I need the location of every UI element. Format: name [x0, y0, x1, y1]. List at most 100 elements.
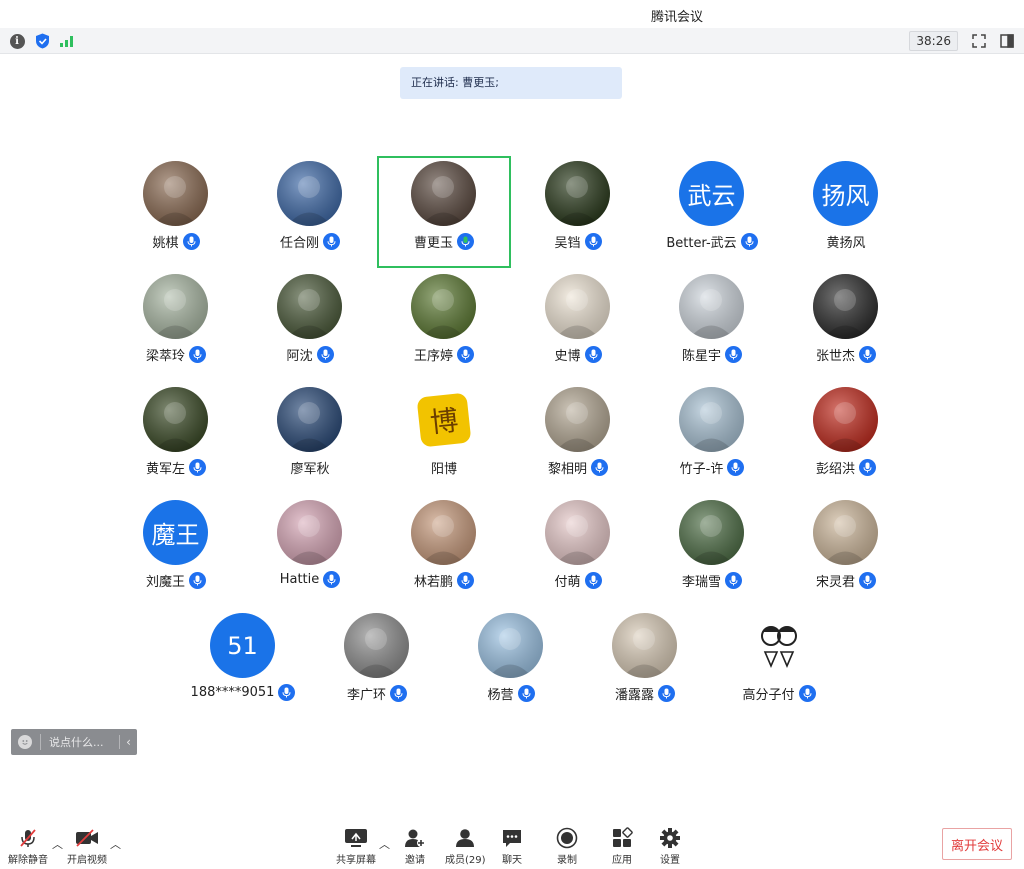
avatar: [679, 387, 744, 452]
avatar: [545, 161, 610, 226]
avatar: [143, 387, 208, 452]
network-signal-icon[interactable]: [58, 32, 76, 50]
participant-name: 梁萃玲: [145, 349, 185, 364]
muted-mic-icon: [17, 826, 39, 850]
mic-icon: [323, 233, 340, 250]
chat-placeholder: 说点什么...: [49, 736, 104, 749]
settings-button[interactable]: 设置: [659, 826, 681, 866]
participant-tile[interactable]: 彭绍洪: [779, 382, 913, 494]
participant-tile[interactable]: 阿沈: [243, 269, 377, 381]
participant-tile[interactable]: 陈星宇: [645, 269, 779, 381]
participant-tile[interactable]: 博阳博: [377, 382, 511, 494]
mic-icon: [517, 685, 535, 702]
meeting-toolbar: 解除静音 ︿ 开启视频 ︿ 共享屏幕 ︿ 邀请 成员(29) 聊天 录制 应用 …: [0, 818, 1024, 869]
members-icon: [454, 826, 476, 850]
audio-options-caret[interactable]: ︿: [52, 836, 63, 852]
share-screen-button[interactable]: 共享屏幕: [336, 826, 376, 866]
participant-tile[interactable]: 张世杰: [779, 269, 913, 381]
participant-name: 付萌: [554, 575, 581, 590]
side-panel-toggle-icon[interactable]: [998, 32, 1016, 50]
participant-tile[interactable]: 杨营: [444, 608, 578, 720]
info-icon[interactable]: i: [8, 32, 26, 50]
avatar: [411, 500, 476, 565]
meeting-timer: 38:26: [909, 31, 958, 51]
avatar: [612, 613, 677, 678]
participant-tile[interactable]: 姚棋: [109, 156, 243, 268]
gear-icon: [659, 826, 681, 850]
participant-tile[interactable]: 王序婷: [377, 269, 511, 381]
participant-tile[interactable]: 黄军左: [109, 382, 243, 494]
participant-name: 黄军左: [145, 462, 185, 477]
avatar: [143, 161, 208, 226]
avatar: [545, 274, 610, 339]
participant-tile[interactable]: 史博: [511, 269, 645, 381]
share-options-caret[interactable]: ︿: [379, 836, 390, 852]
members-button[interactable]: 成员(29): [445, 826, 486, 866]
unmute-button[interactable]: 解除静音: [8, 826, 48, 866]
avatar: 魔王: [143, 500, 208, 565]
invite-user-icon: [404, 826, 426, 850]
participant-name: 张世杰: [815, 349, 855, 364]
chat-button[interactable]: 聊天: [501, 826, 523, 866]
participant-tile[interactable]: 51 188****9051: [176, 608, 310, 720]
avatar: [746, 613, 811, 678]
participant-tile[interactable]: 任合刚: [243, 156, 377, 268]
participant-tile[interactable]: 林若鹏: [377, 495, 511, 607]
participant-name: 黎相明: [547, 462, 587, 477]
participant-name: 高分子付: [742, 688, 795, 703]
participant-name: 潘露露: [614, 688, 654, 703]
mic-icon: [323, 571, 341, 588]
participant-tile[interactable]: 黎相明: [511, 382, 645, 494]
participant-tile[interactable]: 付萌: [511, 495, 645, 607]
mic-icon: [725, 572, 742, 589]
emoji-icon[interactable]: [18, 735, 32, 749]
mic-icon: [189, 459, 206, 476]
participant-tile[interactable]: 高分子付: [712, 608, 846, 720]
apps-button[interactable]: 应用: [611, 826, 633, 866]
participant-name: 李瑞雪: [681, 575, 721, 590]
fullscreen-icon[interactable]: [970, 32, 988, 50]
participant-tile[interactable]: 武云 Better-武云: [645, 156, 779, 268]
participant-tile[interactable]: 潘露露: [578, 608, 712, 720]
participant-tile[interactable]: 曹更玉: [377, 156, 511, 268]
mic-icon: [740, 233, 758, 250]
window-title: 腾讯会议: [650, 10, 703, 25]
avatar: [344, 613, 409, 678]
participant-tile[interactable]: 廖军秋: [243, 382, 377, 494]
avatar: [813, 500, 878, 565]
participant-tile[interactable]: 魔王 刘魔王: [109, 495, 243, 607]
mic-icon: [859, 572, 876, 589]
start-video-button[interactable]: 开启视频: [67, 826, 107, 866]
mic-icon: [584, 572, 602, 589]
participant-tile[interactable]: 李广环: [310, 608, 444, 720]
participant-name: 姚棋: [152, 236, 179, 251]
avatar: [143, 274, 208, 339]
participant-tile[interactable]: 竹子-许: [645, 382, 779, 494]
participant-tile[interactable]: 梁萃玲: [109, 269, 243, 381]
participant-name: 宋灵君: [815, 575, 855, 590]
participant-name: 彭绍洪: [815, 462, 855, 477]
avatar: [277, 387, 342, 452]
quick-chat-input[interactable]: 说点什么... ‹: [11, 729, 137, 755]
title-bar: 腾讯会议: [0, 0, 1024, 28]
avatar: [813, 387, 878, 452]
participant-tile[interactable]: 宋灵君: [779, 495, 913, 607]
leave-meeting-button[interactable]: 离开会议: [942, 828, 1012, 860]
participant-tile[interactable]: 吴铛: [511, 156, 645, 268]
avatar: [813, 274, 878, 339]
participant-tile[interactable]: Hattie: [243, 495, 377, 607]
mic-icon: [189, 572, 206, 589]
video-options-caret[interactable]: ︿: [110, 836, 121, 852]
mic-icon: [584, 233, 602, 250]
avatar: [277, 161, 342, 226]
mic-icon: [584, 346, 602, 363]
security-shield-icon[interactable]: [33, 32, 51, 50]
invite-button[interactable]: 邀请: [404, 826, 426, 866]
participant-name: Hattie: [279, 572, 320, 587]
collapse-chat-icon[interactable]: ‹: [119, 735, 137, 749]
avatar: [679, 274, 744, 339]
participant-tile[interactable]: 李瑞雪: [645, 495, 779, 607]
record-button[interactable]: 录制: [556, 826, 578, 866]
participant-tile[interactable]: 扬风 黄扬风: [779, 156, 913, 268]
chat-bubble-icon: [501, 826, 523, 850]
